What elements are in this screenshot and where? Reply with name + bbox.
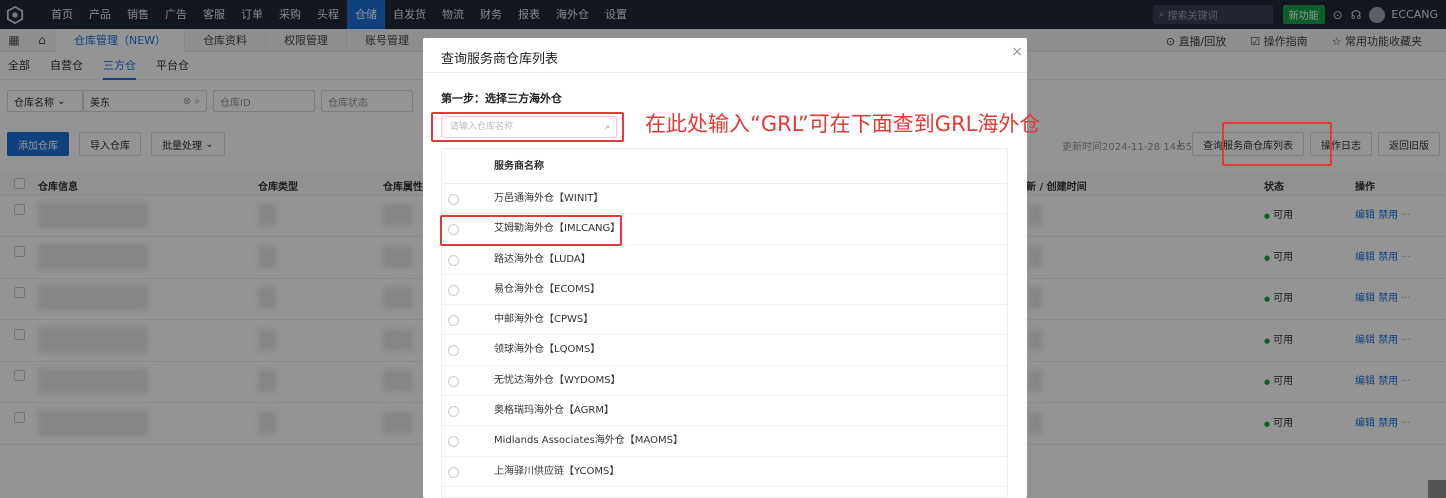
provider-radio[interactable] — [448, 345, 459, 357]
provider-name: 奥格瑞玛海外仓【AGRM】 — [494, 405, 614, 417]
provider-name: Midlands Associates海外仓【MAOMS】 — [494, 435, 683, 447]
provider-radio[interactable] — [448, 254, 459, 266]
provider-row[interactable]: 奥格瑞玛海外仓【AGRM】 — [442, 396, 1007, 427]
help-corner-icon[interactable] — [1428, 480, 1446, 498]
provider-column-header: 服务商名称 — [442, 149, 1007, 184]
provider-radio[interactable] — [448, 194, 459, 205]
provider-name: 无忧达海外仓【WYDOMS】 — [494, 374, 621, 386]
provider-radio[interactable] — [448, 315, 459, 327]
highlight-imlcang-row — [440, 215, 622, 246]
provider-radio[interactable] — [448, 284, 459, 296]
close-icon[interactable]: × — [1011, 44, 1023, 60]
provider-radio[interactable] — [448, 375, 459, 387]
provider-row[interactable]: 易仓海外仓【ECOMS】 — [442, 275, 1007, 306]
provider-name: 易仓海外仓【ECOMS】 — [494, 283, 601, 295]
provider-name: 路达海外仓【LUDA】 — [494, 253, 591, 265]
provider-list-modal: 查询服务商仓库列表 × 第一步：选择三方海外仓 请输入仓库名称 ⌕ 服务商名称 … — [423, 38, 1027, 498]
provider-row[interactable]: Midlands Associates海外仓【MAOMS】 — [442, 426, 1007, 457]
provider-name: 领球海外仓【LQOMS】 — [494, 344, 601, 356]
provider-radio[interactable] — [448, 466, 459, 478]
provider-radio[interactable] — [448, 406, 459, 418]
provider-list: 服务商名称 万邑通海外仓【WINIT】 艾姆勒海外仓【IMLCANG】 路达海外仓【… — [441, 148, 1008, 498]
provider-row[interactable]: 领球海外仓【LQOMS】 — [442, 335, 1007, 366]
modal-title: 查询服务商仓库列表 — [441, 52, 559, 67]
provider-radio[interactable] — [448, 436, 459, 448]
highlight-search-box — [431, 112, 624, 142]
modal-divider — [423, 72, 1027, 73]
provider-name: 万邑通海外仓【WINIT】 — [494, 193, 604, 204]
provider-row[interactable]: 中邮海外仓【CPWS】 — [442, 305, 1007, 336]
provider-row[interactable]: 上海驿川供应链【YCOMS】 — [442, 457, 1007, 487]
provider-name: 中邮海外仓【CPWS】 — [494, 314, 594, 326]
step-label: 第一步：选择三方海外仓 — [441, 92, 562, 105]
provider-row[interactable]: 万邑通海外仓【WINIT】 — [442, 184, 1007, 215]
provider-row[interactable]: 无忧达海外仓【WYDOMS】 — [442, 366, 1007, 397]
provider-name: 上海驿川供应链【YCOMS】 — [494, 465, 620, 477]
provider-row[interactable]: 路达海外仓【LUDA】 — [442, 245, 1007, 275]
highlight-query-button — [1222, 122, 1332, 166]
annotation-text: 在此处输入“GRL”可在下面查到GRL海外仓 — [645, 112, 1041, 136]
